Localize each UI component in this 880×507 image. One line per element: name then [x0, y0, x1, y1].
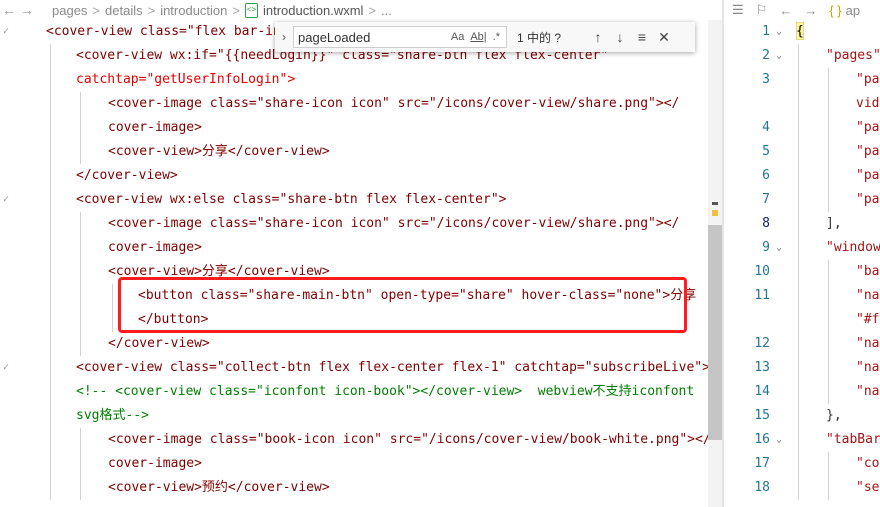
chevron-down-icon[interactable]: ⌄ [776, 44, 782, 68]
code-text: catchtap="getUserInfoLogin"> [76, 72, 296, 87]
code-text: </cover-view> [108, 336, 210, 351]
chevron-down-icon[interactable]: ⌄ [776, 20, 782, 44]
arrow-left-icon[interactable]: ← [0, 2, 18, 18]
breadcrumb-separator: > [147, 2, 156, 18]
scrollbar-thumb[interactable] [708, 225, 722, 440]
chevron-right-icon[interactable]: › [275, 30, 293, 44]
code-text: <cover-view class="collect-btn flex flex… [76, 360, 710, 375]
find-input-value[interactable]: pageLoaded [298, 30, 451, 45]
breadcrumb-separator: > [368, 2, 377, 18]
code-line: 17 "co [724, 452, 880, 476]
list-icon[interactable]: ☰ [732, 2, 744, 18]
highlight-annotation-box [118, 277, 687, 333]
breadcrumb: ← → pages > details > introduction > <> … [0, 0, 722, 20]
code-line: cover-image> [0, 116, 708, 140]
arrow-right-icon[interactable]: → [18, 2, 36, 18]
code-line: cover-image> [0, 236, 708, 260]
code-line: "#f [724, 308, 880, 332]
breadcrumb-more[interactable]: ... [381, 3, 392, 18]
code-line: </cover-view> [0, 164, 708, 188]
code-text: cover-image> [108, 240, 202, 255]
code-line: <cover-view>预约</cover-view> [0, 476, 708, 500]
right-pane-toolbar: ☰ ⚐ ← → { } ap [724, 0, 880, 20]
bookmark-icon[interactable]: ⚐ [756, 2, 768, 18]
code-comment: <!-- <cover-view class="iconfont icon-bo… [76, 384, 695, 399]
regex-toggle[interactable]: .* [493, 31, 500, 43]
vertical-scrollbar[interactable] [708, 20, 722, 507]
code-line: vid [724, 92, 880, 116]
code-line: ✓ <cover-view class="collect-btn flex fle… [0, 356, 710, 380]
arrow-right-icon[interactable]: → [804, 3, 817, 18]
breadcrumb-separator: > [92, 2, 101, 18]
scroll-marker [712, 202, 718, 205]
find-widget[interactable]: › pageLoaded Aa Ab| .* 1 中的 ? ↑ ↓ ≡ ✕ [275, 22, 695, 52]
code-text: </cover-view> [76, 168, 178, 183]
code-text: <cover-image class="share-icon icon" src… [108, 96, 680, 111]
arrow-up-icon[interactable]: ↑ [587, 29, 609, 45]
code-line: 9 ⌄ "window [724, 236, 880, 260]
code-text: cover-image> [108, 456, 202, 471]
code-line: 10 "ba [724, 260, 880, 284]
code-line: 1 ⌄{ [724, 20, 880, 44]
chevron-down-icon[interactable]: ⌄ [776, 236, 782, 260]
code-line: 4 "pa [724, 116, 880, 140]
code-line: 13 "na [724, 356, 880, 380]
arrow-down-icon[interactable]: ↓ [609, 29, 631, 45]
wxml-file-icon: <> [245, 2, 258, 18]
code-line: 14 "na [724, 380, 880, 404]
code-editor[interactable]: ✓ <cover-view class="flex bar-in <cover-v… [0, 20, 711, 500]
match-case-toggle[interactable]: Aa [451, 31, 464, 43]
code-line: svg格式--> [0, 404, 708, 428]
breadcrumb-separator: > [232, 2, 240, 18]
editor-right-pane[interactable]: ☰ ⚐ ← → { } ap 1 ⌄{ 2 ⌄ "pages" 3 "pa vid 4 "… [724, 0, 880, 507]
right-code-editor[interactable]: 1 ⌄{ 2 ⌄ "pages" 3 "pa vid 4 "pa 5 "pa 6 "pa 7 "… [724, 20, 880, 500]
code-line: catchtap="getUserInfoLogin"> [0, 68, 708, 92]
code-line: 3 "pa [724, 68, 880, 92]
code-line: 6 "pa [724, 164, 880, 188]
find-result-count: 1 中的 ? [517, 30, 562, 45]
code-line: <cover-image class="share-icon icon" src… [0, 92, 708, 116]
code-line: 11 "na [724, 284, 880, 308]
code-line: cover-image> [0, 452, 708, 476]
breadcrumb-file[interactable]: introduction.wxml [263, 3, 363, 18]
code-text: cover-image> [108, 120, 202, 135]
code-line: </cover-view> [0, 332, 708, 356]
code-line: 16 ⌄ "tabBar [724, 428, 880, 452]
close-icon[interactable]: ✕ [653, 29, 675, 46]
fold-check-icon[interactable]: ✓ [3, 356, 9, 380]
breadcrumb-item[interactable]: pages [52, 3, 87, 18]
find-in-selection-icon[interactable]: ≡ [631, 29, 653, 45]
file-label[interactable]: ap [846, 3, 860, 18]
code-text: <cover-image class="share-icon icon" src… [108, 216, 680, 231]
code-line: 5 "pa [724, 140, 880, 164]
fold-check-icon[interactable]: ✓ [3, 188, 9, 212]
code-line: 2 ⌄ "pages" [724, 44, 880, 68]
code-text: <cover-view>分享</cover-view> [108, 144, 330, 159]
whole-word-toggle[interactable]: Ab| [470, 31, 486, 43]
json-braces-icon: { } [829, 2, 842, 18]
code-line: <cover-view>分享</cover-view> [0, 140, 708, 164]
code-line: 8], [724, 212, 880, 236]
code-line: 7 "pa [724, 188, 880, 212]
code-line: <cover-image class="book-icon icon" src=… [0, 428, 711, 452]
code-line: 15}, [724, 404, 880, 428]
code-text: <cover-view class="flex bar-in [46, 24, 281, 39]
breadcrumb-item[interactable]: details [105, 3, 143, 18]
code-text: <cover-view wx:else class="share-btn fle… [76, 192, 507, 207]
code-line: <!-- <cover-view class="iconfont icon-bo… [0, 380, 708, 404]
chevron-down-icon[interactable]: ⌄ [776, 428, 782, 452]
editor-left-pane[interactable]: ← → pages > details > introduction > <> … [0, 0, 722, 507]
scroll-marker [712, 210, 718, 216]
breadcrumb-item[interactable]: introduction [160, 3, 227, 18]
code-line: <cover-image class="share-icon icon" src… [0, 212, 708, 236]
code-text: <cover-view>预约</cover-view> [108, 480, 330, 495]
code-text: <cover-image class="book-icon icon" src=… [108, 432, 711, 447]
fold-check-icon[interactable]: ✓ [3, 20, 9, 44]
code-comment: svg格式--> [76, 408, 149, 423]
find-input[interactable]: pageLoaded Aa Ab| .* [293, 26, 507, 48]
code-line: 12 "na [724, 332, 880, 356]
arrow-left-icon[interactable]: ← [779, 3, 792, 18]
code-line: ✓ <cover-view wx:else class="share-btn fl… [0, 188, 708, 212]
code-line: 18 "se [724, 476, 880, 500]
